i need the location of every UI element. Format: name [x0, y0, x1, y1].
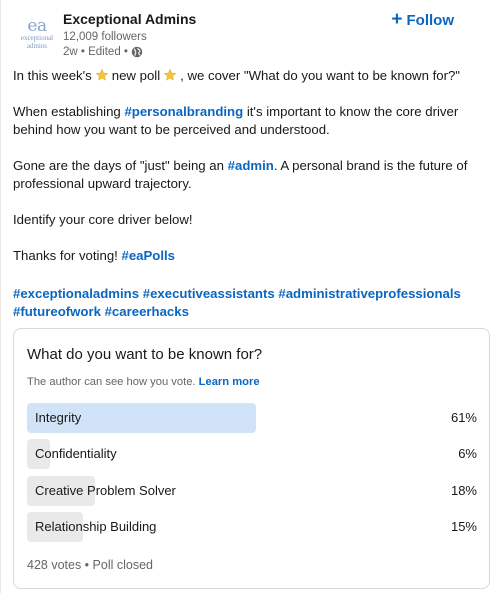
- poll-option-label: Confidentiality: [35, 446, 117, 461]
- post-meta: 2w • Edited •: [63, 46, 143, 58]
- intro-text-b: new poll: [111, 68, 161, 83]
- post-card: ea exceptional admins Exceptional Admins…: [0, 0, 500, 593]
- logo-wordmark-line2: admins: [26, 42, 48, 50]
- follower-count: 12,009 followers: [63, 31, 147, 43]
- post-line-trajectory: professional upward trajectory.: [13, 176, 192, 191]
- poll-option-percent: 6%: [458, 446, 477, 461]
- poll-privacy-note: The author can see how you vote. Learn m…: [27, 376, 260, 388]
- post-line-behind: behind how you want to be perceived and …: [13, 122, 330, 137]
- learn-more-link[interactable]: Learn more: [199, 376, 260, 388]
- poll-option: Integrity 61%: [27, 403, 477, 433]
- poll-note-text: The author can see how you vote.: [27, 376, 196, 388]
- hashtag-row-1: #exceptionaladmins #executiveassistants …: [13, 285, 461, 303]
- post-header: ea exceptional admins Exceptional Admins…: [13, 10, 489, 62]
- poll-option: Relationship Building 15%: [27, 512, 477, 542]
- poll-question: What do you want to be known for?: [27, 346, 263, 363]
- poll-option-percent: 61%: [450, 410, 477, 425]
- star-emoji-icon: [95, 68, 109, 81]
- intro-text-c: , we cover "What do you want to be known…: [180, 68, 460, 83]
- logo-monogram: ea: [27, 16, 47, 36]
- hashtag-row-2: #futureofwork #careerhacks: [13, 303, 189, 321]
- post-line-branding: When establishing #personalbranding it's…: [13, 103, 458, 121]
- poll-card: What do you want to be known for? The au…: [13, 328, 490, 589]
- poll-option-label: Relationship Building: [35, 519, 157, 534]
- hashtag-administrativeprofessionals[interactable]: #administrativeprofessionals: [278, 286, 461, 301]
- hashtag-executiveassistants[interactable]: #executiveassistants: [143, 286, 275, 301]
- company-logo[interactable]: ea exceptional admins: [13, 10, 61, 58]
- admin-text-b: . A personal brand is the future of: [273, 158, 468, 173]
- poll-option: Confidentiality 6%: [27, 439, 477, 469]
- globe-icon: [131, 46, 143, 58]
- post-line-intro: In this week's new poll , we cover "What d…: [13, 67, 460, 85]
- branding-text-b: it's important to know the core driver: [246, 104, 459, 119]
- logo-wordmark-line1: exceptional: [20, 34, 54, 42]
- intro-text-a: In this week's: [13, 68, 92, 83]
- hashtag-futureofwork[interactable]: #futureofwork: [13, 304, 101, 319]
- hashtag-personalbranding[interactable]: #personalbranding: [124, 104, 243, 119]
- author-name[interactable]: Exceptional Admins: [63, 11, 196, 27]
- poll-option-label: Integrity: [35, 410, 82, 425]
- hashtag-exceptionaladmins[interactable]: #exceptionaladmins: [13, 286, 139, 301]
- poll-option-percent: 15%: [450, 519, 477, 534]
- branding-text-a: When establishing: [13, 104, 121, 119]
- thanks-text: Thanks for voting!: [13, 248, 118, 263]
- admin-text-a: Gone are the days of "just" being an: [13, 158, 224, 173]
- hashtag-eapolls[interactable]: #eaPolls: [122, 248, 176, 263]
- plus-icon: +: [391, 9, 403, 30]
- poll-option: Creative Problem Solver 18%: [27, 476, 477, 506]
- post-line-thanks: Thanks for voting! #eaPolls: [13, 247, 175, 265]
- poll-option-percent: 18%: [450, 483, 477, 498]
- post-age-edited: 2w • Edited •: [63, 46, 128, 58]
- star-emoji-icon: [163, 68, 177, 81]
- follow-button-label: Follow: [406, 11, 455, 29]
- hashtag-admin[interactable]: #admin: [228, 158, 274, 173]
- follow-button[interactable]: + Follow: [391, 10, 454, 30]
- hashtag-careerhacks[interactable]: #careerhacks: [105, 304, 189, 319]
- poll-option-label: Creative Problem Solver: [35, 483, 176, 498]
- post-line-admin: Gone are the days of "just" being an #ad…: [13, 157, 467, 175]
- poll-footer: 428 votes • Poll closed: [27, 558, 153, 572]
- post-line-identify: Identify your core driver below!: [13, 212, 193, 227]
